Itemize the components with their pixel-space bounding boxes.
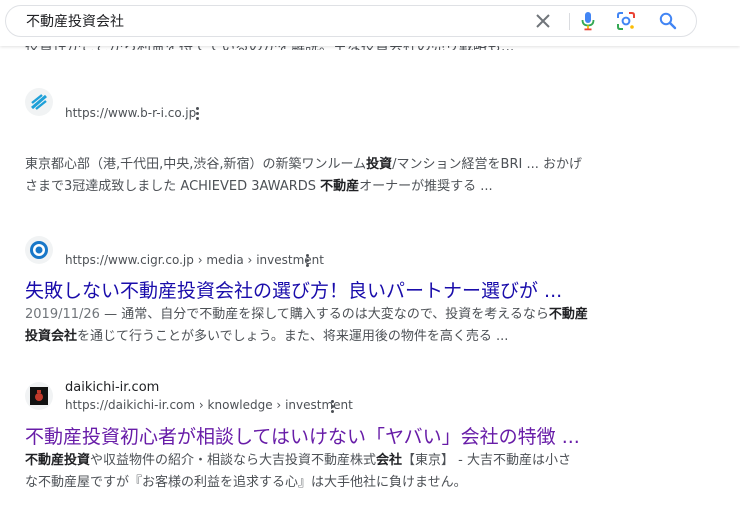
result-url[interactable]: https://daikichi-ir.com › knowledge › in… (65, 398, 353, 412)
result-snippet: 東京都心部（港,千代田,中央,渋谷,新宿）の新築ワンルーム投資/マンション経営を… (25, 154, 625, 198)
search-button[interactable] (656, 9, 680, 33)
result-url[interactable]: https://www.cigr.co.jp › media › investm… (65, 253, 324, 267)
image-search-button[interactable] (614, 9, 638, 33)
bri-logo-icon (31, 94, 47, 110)
cigr-logo-icon (30, 241, 48, 259)
voice-search-button[interactable] (576, 9, 600, 33)
url-separator: › (198, 398, 204, 412)
kebab-dot (330, 409, 334, 413)
kebab-dot (305, 263, 309, 267)
result-snippet: 不動産投資や収益物件の紹介・相談なら大吉投資不動産株式会社【東京】 - 大吉不動… (25, 450, 625, 494)
url-separator: › (276, 398, 282, 412)
snippet-text: さまで3冠達成致しました ACHIEVED 3AWARDS (25, 179, 321, 194)
snippet-highlight: 不動産 (320, 179, 360, 194)
snippet-text: — 通常、自分で不動産を探して購入するのは大変なので、投資を考えるなら (99, 307, 549, 322)
clear-search-button[interactable] (531, 9, 555, 33)
result-site-name[interactable]: daikichi-ir.com (65, 380, 159, 395)
kebab-dot (305, 253, 309, 257)
url-separator: › (247, 253, 253, 267)
site-favicon (25, 236, 53, 264)
site-favicon (25, 88, 53, 116)
url-separator: › (197, 253, 203, 267)
result-options-button[interactable] (191, 105, 203, 121)
snippet-highlight: 会社 (376, 453, 403, 468)
snippet-text: を通じて行うことが多いでしょう。また、将来運用後の物件を高く売る ... (77, 329, 509, 344)
result-options-button[interactable] (326, 398, 338, 414)
result-snippet: 2019/11/26 — 通常、自分で不動産を探して購入するのは大変なので、投資… (25, 304, 625, 348)
url-crumb: knowledge (207, 398, 273, 412)
result-url[interactable]: https://www.b-r-i.co.jp (65, 106, 196, 120)
snippet-text: 【東京】 - 大吉不動産は小さ (402, 453, 572, 468)
snippet-text: /マンション経営をBRI ... おかげ (392, 157, 582, 172)
snippet-highlight: 投資会社 (25, 329, 78, 344)
result-options-button[interactable] (301, 252, 313, 268)
snippet-highlight: 不動産投資 (25, 453, 91, 468)
search-icon (659, 12, 677, 30)
search-header (0, 0, 740, 46)
result-url-text: https://www.cigr.co.jp (65, 253, 194, 267)
snippet-highlight: 不動産 (548, 307, 588, 322)
lens-icon (617, 12, 635, 30)
snippet-highlight: 投資 (366, 157, 393, 172)
kebab-dot (195, 111, 199, 115)
kebab-dot (195, 106, 199, 110)
snippet-text: や収益物件の紹介・相談なら大吉投資不動産株式 (90, 453, 377, 468)
search-box (5, 5, 697, 37)
search-divider (569, 13, 570, 30)
close-icon (536, 14, 550, 28)
result-url-text: https://www.b-r-i.co.jp (65, 106, 197, 120)
site-favicon (25, 382, 53, 410)
url-crumb: investment (256, 253, 324, 267)
snippet-text: な不動産屋ですが『お客様の利益を追求する心』は大手他社に負けません。 (25, 475, 467, 490)
kebab-dot (305, 258, 309, 262)
result-title-link[interactable]: 不動産投資初心者が相談してはいけない「ヤバい」会社の特徴 ... (25, 422, 580, 449)
daikichi-logo-icon (30, 387, 48, 405)
kebab-dot (195, 116, 199, 120)
url-crumb: media (206, 253, 244, 267)
url-crumb: investment (285, 398, 353, 412)
result-title-link[interactable]: 失敗しない不動産投資会社の選び方！良いパートナー選びが ... (25, 276, 562, 303)
kebab-dot (330, 404, 334, 408)
snippet-date: 2019/11/26 (25, 307, 100, 322)
snippet-text: オーナーが推奨する ... (359, 179, 493, 194)
search-input[interactable] (26, 10, 506, 32)
kebab-dot (330, 399, 334, 403)
result-url-text: https://daikichi-ir.com (65, 398, 196, 412)
microphone-icon (581, 12, 595, 31)
snippet-text: 東京都心部（港,千代田,中央,渋谷,新宿）の新築ワンルーム (25, 157, 367, 172)
